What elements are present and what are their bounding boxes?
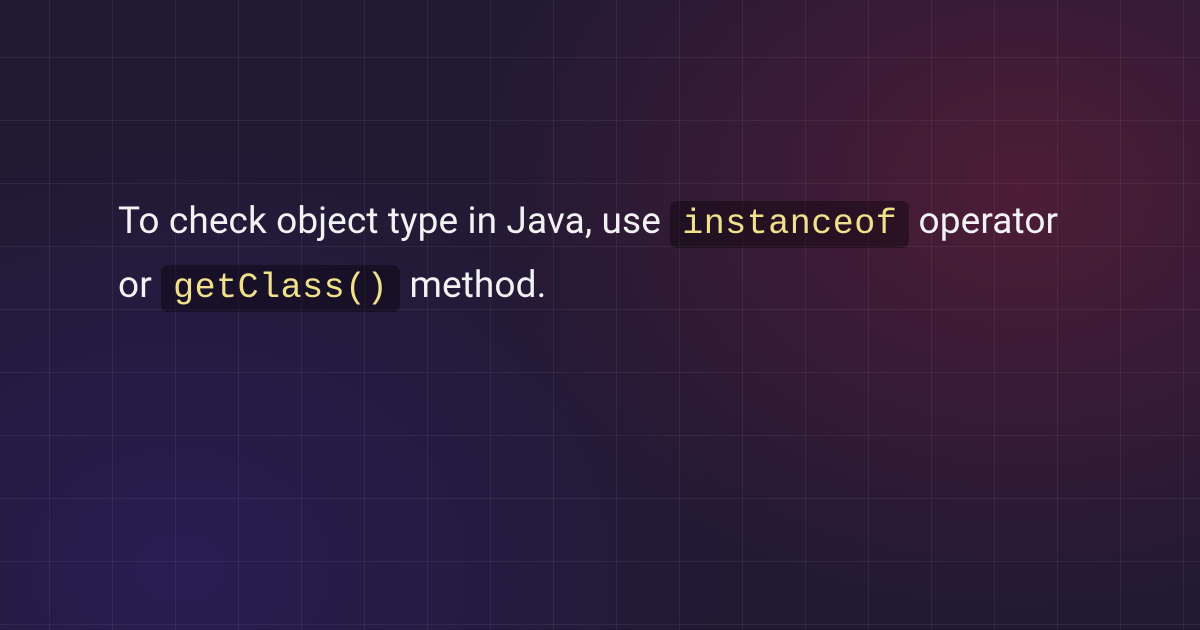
text-part-1: To check object type in Java, use — [118, 200, 670, 243]
main-text: To check object type in Java, use instan… — [118, 190, 1082, 318]
code-getclass: getClass() — [161, 265, 400, 312]
text-part-3: method. — [400, 264, 546, 307]
code-instanceof: instanceof — [670, 201, 909, 248]
